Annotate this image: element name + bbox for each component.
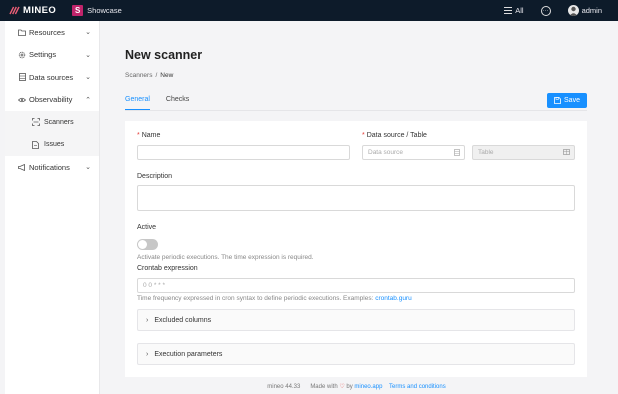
scanner-icon bbox=[32, 118, 40, 127]
sidebar-item-label: Data sources bbox=[29, 72, 74, 82]
toggle-knob bbox=[138, 240, 147, 249]
sidebar-item-scanners[interactable]: Scanners bbox=[5, 111, 99, 134]
chevron-down-icon: ⌄ bbox=[85, 74, 91, 82]
chevron-down-icon: ⌄ bbox=[85, 51, 91, 59]
execution-parameters-panel[interactable]: › Execution parameters bbox=[137, 343, 575, 365]
crontab-input[interactable]: 0 0 * * * bbox=[137, 278, 575, 293]
sidebar-item-label: Scanners bbox=[44, 118, 74, 126]
chat-icon[interactable]: ··· bbox=[540, 5, 551, 16]
active-help-text: Activate periodic executions. The time e… bbox=[137, 254, 314, 261]
save-icon bbox=[554, 97, 561, 104]
scanner-form: * Name * Data source / Table Data source T… bbox=[125, 121, 587, 377]
chevron-down-icon: ⌄ bbox=[85, 29, 91, 37]
description-label: Description bbox=[137, 173, 173, 180]
user-menu[interactable]: admin bbox=[567, 5, 602, 16]
required-asterisk: * bbox=[362, 132, 365, 139]
sidebar-item-label: Issues bbox=[44, 141, 65, 149]
chevron-down-icon: ⌄ bbox=[85, 164, 91, 172]
database-icon bbox=[18, 73, 26, 82]
footer: mineo 44.33 Made with ♡ by mineo.app Ter… bbox=[100, 383, 613, 390]
folder-icon bbox=[18, 28, 26, 36]
observability-submenu: Scanners Issues bbox=[5, 111, 99, 156]
save-label: Save bbox=[564, 97, 580, 104]
version-text: mineo 44.33 bbox=[267, 384, 301, 390]
table-placeholder: Table bbox=[478, 149, 494, 156]
breadcrumb: Scanners / New bbox=[125, 72, 173, 79]
sidebar-item-settings[interactable]: Settings ⌄ bbox=[5, 44, 99, 67]
sidebar-item-label: Settings bbox=[29, 50, 57, 60]
tab-bar: General Checks bbox=[125, 96, 205, 110]
sidebar-item-label: Notifications bbox=[29, 162, 70, 172]
sidebar-item-label: Resources bbox=[29, 27, 65, 37]
tab-checks[interactable]: Checks bbox=[166, 96, 189, 110]
sidebar-item-resources[interactable]: Resources ⌄ bbox=[5, 21, 99, 44]
top-bar: MINEO S Showcase All ··· admin bbox=[0, 0, 618, 21]
sidebar-item-data-sources[interactable]: Data sources ⌄ bbox=[5, 66, 99, 89]
datasource-placeholder: Data source bbox=[368, 149, 404, 156]
datasource-select[interactable]: Data source bbox=[362, 145, 465, 160]
eye-icon bbox=[18, 96, 26, 104]
user-name: admin bbox=[581, 6, 602, 15]
table-select[interactable]: Table bbox=[472, 145, 575, 160]
brand-name: MINEO bbox=[23, 5, 57, 16]
crontab-label: Crontab expression bbox=[137, 265, 198, 272]
mineo-logo-icon bbox=[9, 6, 20, 15]
chevron-right-icon: › bbox=[146, 350, 149, 358]
by-text: by bbox=[346, 384, 353, 390]
database-icon bbox=[454, 149, 460, 158]
tab-general[interactable]: General bbox=[125, 96, 150, 110]
all-filter-button[interactable]: All bbox=[504, 6, 524, 15]
chevron-right-icon: › bbox=[146, 316, 149, 324]
workspace-badge[interactable]: S bbox=[72, 5, 84, 16]
excluded-columns-title: Excluded columns bbox=[154, 316, 212, 324]
gear-icon bbox=[18, 51, 26, 59]
heart-icon: ♡ bbox=[339, 384, 345, 390]
crontab-help-text: Time frequency expressed in cron syntax … bbox=[137, 295, 412, 302]
issue-icon bbox=[32, 140, 40, 149]
chevron-up-icon: ⌃ bbox=[85, 96, 91, 104]
list-icon bbox=[504, 7, 513, 14]
name-label: * Name bbox=[137, 132, 161, 139]
sidebar-item-notifications[interactable]: Notifications ⌄ bbox=[5, 156, 99, 179]
breadcrumb-separator: / bbox=[155, 72, 158, 79]
terms-link[interactable]: Terms and conditions bbox=[389, 384, 446, 390]
active-toggle[interactable] bbox=[137, 239, 158, 250]
required-asterisk: * bbox=[137, 132, 140, 139]
table-icon bbox=[563, 149, 570, 157]
breadcrumb-current: New bbox=[160, 72, 174, 79]
sidebar-item-label: Observability bbox=[29, 95, 73, 105]
tabs-divider bbox=[125, 110, 587, 111]
brand-logo[interactable]: MINEO bbox=[9, 5, 56, 16]
active-label: Active bbox=[137, 224, 157, 231]
sidebar-item-issues[interactable]: Issues bbox=[5, 134, 99, 157]
sidebar: Resources ⌄ Settings ⌄ Data sources ⌄ Ob… bbox=[5, 21, 100, 394]
made-with-text: Made with bbox=[310, 384, 338, 390]
description-textarea[interactable] bbox=[137, 185, 575, 211]
page-title: New scanner bbox=[125, 48, 203, 62]
save-button[interactable]: Save bbox=[547, 93, 587, 108]
avatar bbox=[567, 5, 579, 16]
megaphone-icon bbox=[18, 163, 26, 171]
main-content: New scanner Scanners / New General Checks … bbox=[100, 21, 613, 394]
crontab-placeholder: 0 0 * * * bbox=[143, 282, 166, 289]
all-filter-label: All bbox=[515, 6, 524, 15]
execution-parameters-title: Execution parameters bbox=[154, 350, 223, 358]
breadcrumb-parent-link[interactable]: Scanners bbox=[125, 72, 152, 79]
workspace-name[interactable]: Showcase bbox=[87, 6, 122, 15]
datasource-label: * Data source / Table bbox=[362, 132, 427, 139]
mineo-site-link[interactable]: mineo.app bbox=[354, 384, 382, 390]
excluded-columns-panel[interactable]: › Excluded columns bbox=[137, 309, 575, 331]
name-input[interactable] bbox=[137, 145, 350, 160]
sidebar-item-observability[interactable]: Observability ⌃ bbox=[5, 89, 99, 112]
crontab-guru-link[interactable]: crontab.guru bbox=[375, 295, 412, 302]
